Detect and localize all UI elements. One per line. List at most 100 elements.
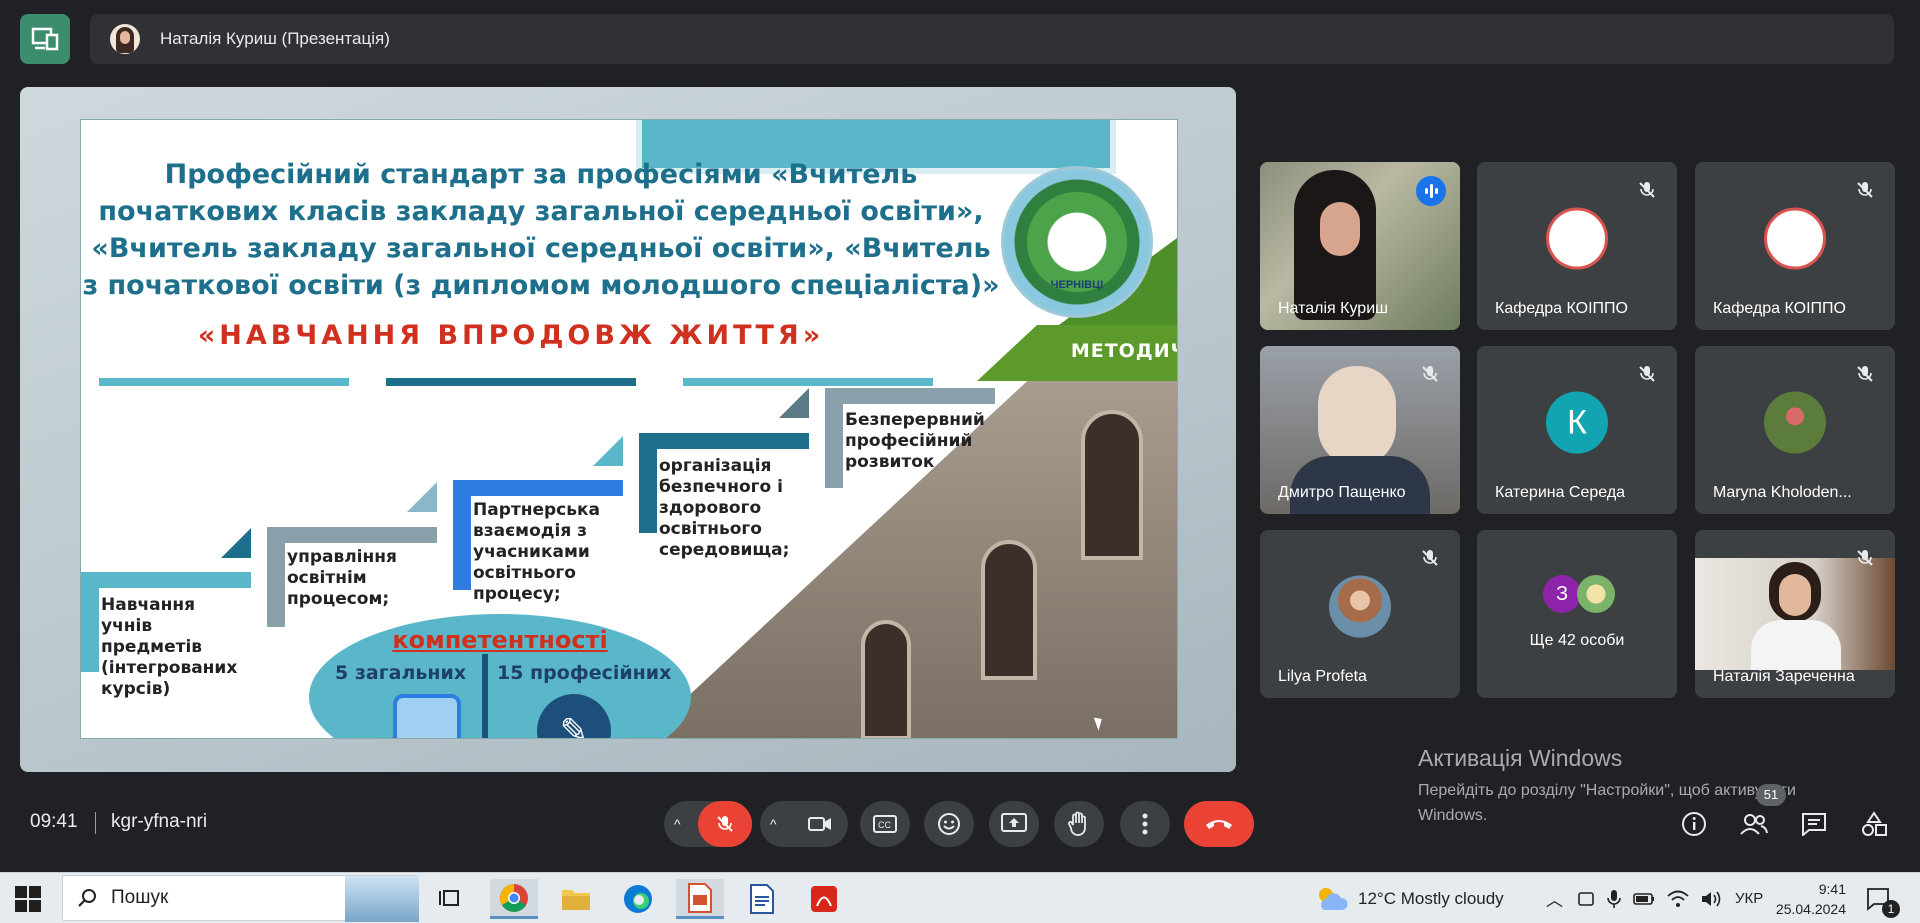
powerpoint-taskbar-app[interactable] (676, 879, 724, 919)
end-call-icon (1206, 820, 1232, 829)
captions-button[interactable]: CC (860, 801, 910, 847)
people-icon (1740, 814, 1768, 835)
taskbar-clock[interactable]: 9:41 25.04.2024 (1776, 873, 1846, 923)
mic-off-icon (1857, 366, 1873, 382)
camera-control[interactable]: ^ (760, 801, 848, 847)
word-taskbar-app[interactable] (738, 879, 786, 919)
edge-icon (624, 885, 652, 913)
emoji-icon (938, 813, 960, 835)
competencies-block: компетентності 5 загальних 15 професійни… (309, 614, 691, 738)
battery-icon (1633, 892, 1654, 905)
participant-tile[interactable]: Кафедра КОІППО (1695, 162, 1895, 330)
mic-toggle-button[interactable] (698, 801, 752, 847)
cloud-sun-icon (1319, 887, 1348, 910)
meeting-details-button[interactable] (1676, 806, 1712, 842)
presenter-name: Наталія Куриш (Презентація) (160, 29, 390, 48)
slide: МЕТОДИЧ Професійний стандарт за професія… (80, 119, 1178, 739)
leave-call-button[interactable] (1184, 801, 1254, 847)
mic-control[interactable]: ^ (664, 801, 752, 847)
participant-tile[interactable]: Maryna Kholoden... (1695, 346, 1895, 514)
participant-tile[interactable]: К Катерина Середа (1477, 346, 1677, 514)
more-vert-icon (1142, 813, 1148, 835)
document-icon (750, 884, 774, 914)
presenter-avatar (110, 24, 140, 54)
companion-mode-button[interactable] (20, 14, 70, 64)
mic-off-icon (1422, 550, 1438, 566)
taskbar-time: 9:41 (1818, 880, 1846, 897)
participant-tile[interactable]: Дмитро Пащенко (1260, 346, 1460, 514)
divider (99, 378, 349, 386)
koippo-logo (1764, 207, 1826, 270)
meet-tray-icon (1578, 891, 1594, 906)
participant-name: Кафедра КОІППО (1713, 300, 1846, 317)
participant-name: Наталія Куриш (1278, 300, 1388, 317)
mic-off-icon (1422, 366, 1438, 382)
svg-text:CC: CC (878, 820, 891, 830)
weather-widget[interactable]: 12°C Mostly cloudy (1316, 873, 1504, 923)
people-button[interactable] (1736, 806, 1772, 842)
raise-hand-button[interactable] (1054, 801, 1104, 847)
step-1: Навчання учнів предметів (інтегрованих к… (101, 595, 238, 699)
chevron-up-icon[interactable]: ︿ (1546, 886, 1563, 911)
divider (386, 378, 636, 386)
windows-start-icon[interactable] (14, 885, 42, 913)
ribbon-text: МЕТОДИЧ (1070, 340, 1178, 362)
mic-off-icon (1639, 366, 1655, 382)
language-indicator[interactable]: УКР (1735, 890, 1763, 907)
presentation-stage: МЕТОДИЧ Професійний стандарт за професія… (20, 87, 1236, 772)
chevron-up-icon[interactable]: ^ (674, 816, 681, 832)
microphone-icon (1607, 889, 1621, 908)
reactions-button[interactable] (924, 801, 974, 847)
search-icon (78, 889, 96, 907)
edge-taskbar-app[interactable] (614, 879, 662, 919)
document-icon (688, 882, 712, 913)
document-icon (393, 694, 461, 738)
separator (95, 812, 96, 834)
meeting-code: kgr-yfna-nri (111, 811, 208, 832)
participant-avatar: К (1546, 391, 1608, 454)
file-explorer-taskbar-app[interactable] (552, 879, 600, 919)
chat-button[interactable] (1796, 806, 1832, 842)
participant-name: Катерина Середа (1495, 484, 1626, 501)
participant-name: Maryna Kholoden... (1713, 484, 1852, 501)
meeting-time: 09:41 (30, 811, 78, 832)
step-2: управління освітнім процесом; (287, 547, 397, 609)
step-3: Партнерська взаємодія з учасниками освіт… (473, 500, 601, 604)
step-4: організація безпечного і здорового освіт… (659, 456, 790, 560)
volume-icon (1702, 891, 1721, 906)
present-button[interactable] (989, 801, 1039, 847)
participant-tile[interactable]: Кафедра КОІППО (1477, 162, 1677, 330)
general-competencies: 5 загальних (335, 662, 467, 684)
activities-button[interactable] (1856, 806, 1892, 842)
system-tray[interactable]: ︿ УКР (1546, 873, 1763, 923)
participant-name: Дмитро Пащенко (1278, 484, 1406, 501)
hand-icon (1068, 811, 1086, 836)
koippo-logo (1546, 207, 1608, 270)
task-view-button[interactable] (426, 879, 474, 919)
taskbar-date: 25.04.2024 (1775, 900, 1846, 917)
more-participants-tile[interactable]: З Ще 42 особи (1477, 530, 1677, 698)
present-screen-icon (1001, 813, 1027, 832)
devices-icon (31, 27, 59, 51)
camera-icon[interactable] (808, 815, 832, 833)
participant-name: Lilya Profeta (1278, 668, 1367, 685)
slide-subtitle: «НАВЧАННЯ ВПРОДОВЖ ЖИТТЯ» (197, 320, 825, 351)
notifications-button[interactable]: 1 (1866, 873, 1900, 923)
participant-tile[interactable]: Наталія Зареченна (1695, 530, 1895, 698)
people-count-badge: 51 (1756, 784, 1786, 806)
institute-emblem: ЧЕРНІВЦІ (1001, 166, 1153, 318)
taskbar-search[interactable]: Пошук (62, 875, 419, 922)
chrome-taskbar-app[interactable] (490, 879, 538, 919)
participant-avatar (1577, 575, 1615, 613)
notification-badge: 1 (1882, 900, 1900, 918)
acrobat-taskbar-app[interactable] (800, 879, 848, 919)
presenter-bar[interactable]: Наталія Куриш (Презентація) (90, 14, 1894, 64)
participant-tile[interactable]: Lilya Profeta (1260, 530, 1460, 698)
participant-tile[interactable]: Наталія Куриш (1260, 162, 1460, 330)
more-options-button[interactable] (1120, 801, 1170, 847)
chrome-icon (500, 883, 528, 912)
teacher-icon: ✎ (537, 694, 611, 738)
chevron-up-icon[interactable]: ^ (770, 816, 777, 832)
mic-off-icon (1857, 182, 1873, 198)
participant-avatar (1764, 391, 1826, 454)
